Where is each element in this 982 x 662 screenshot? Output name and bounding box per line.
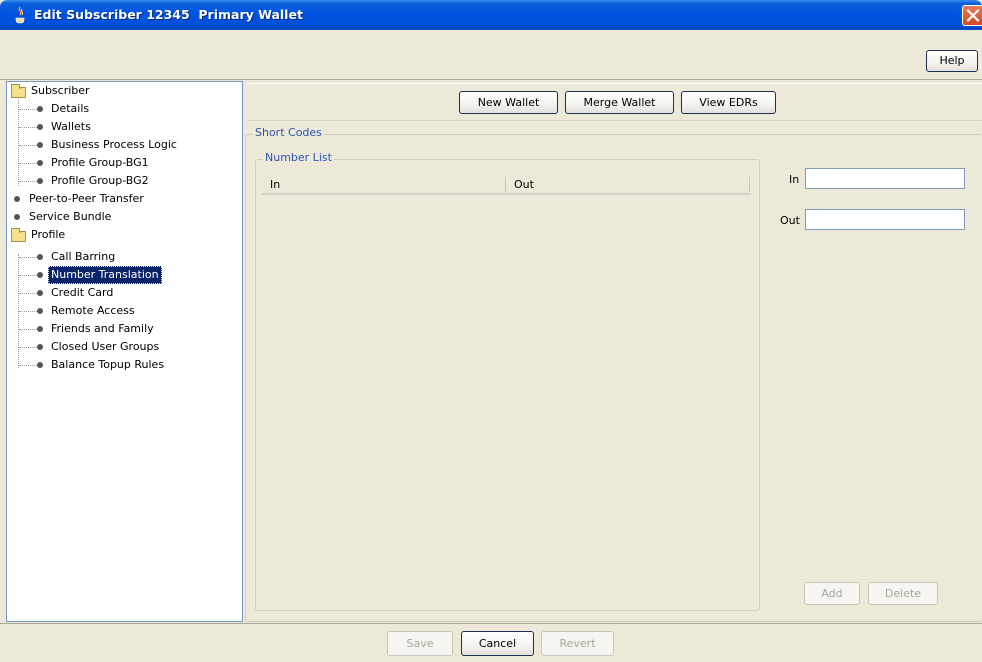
tree-node-label: Service Bundle — [29, 210, 112, 223]
table-header: In Out — [262, 175, 751, 195]
number-list-legend: Number List — [263, 151, 334, 164]
new-wallet-button[interactable]: New Wallet — [459, 91, 558, 114]
tree-node-credit-card[interactable]: Credit Card — [7, 284, 237, 302]
leaf-node-icon — [14, 214, 20, 220]
tree-node-label: Profile Group-BG2 — [51, 174, 149, 187]
tree-node-label: Details — [51, 102, 90, 115]
tree-node-label: Remote Access — [51, 304, 135, 317]
tree-node-label: Subscriber — [31, 84, 90, 97]
tree-node-label: Friends and Family — [51, 322, 154, 335]
column-header-in[interactable]: In — [270, 175, 280, 195]
number-list-table[interactable]: In Out — [262, 175, 751, 605]
leaf-node-icon — [37, 326, 43, 332]
folder-icon — [11, 228, 26, 242]
title-bar: Edit Subscriber 12345 Primary Wallet — [0, 0, 982, 30]
tree-node-label: Peer-to-Peer Transfer — [29, 192, 144, 205]
tree-node-closed-user-groups[interactable]: Closed User Groups — [7, 338, 237, 356]
footer-separator — [0, 623, 982, 624]
tree-node-wallets[interactable]: Wallets — [7, 118, 237, 136]
in-input[interactable] — [805, 168, 965, 189]
leaf-node-icon — [37, 290, 43, 296]
java-cup-icon — [15, 6, 25, 24]
out-input[interactable] — [805, 209, 965, 230]
leaf-node-icon — [37, 124, 43, 130]
tree-node-label: Closed User Groups — [51, 340, 160, 353]
tree-node-label: Wallets — [51, 120, 91, 133]
tree-node-profile-group-bg1[interactable]: Profile Group-BG1 — [7, 154, 237, 172]
leaf-node-icon — [37, 308, 43, 314]
tree-node-remote-access[interactable]: Remote Access — [7, 302, 237, 320]
tree-node-details[interactable]: Details — [7, 100, 237, 118]
leaf-node-icon — [37, 362, 43, 368]
tree-node-label: Profile Group-BG1 — [51, 156, 149, 169]
add-button[interactable]: Add — [804, 582, 860, 605]
short-codes-legend: Short Codes — [253, 126, 324, 139]
leaf-node-icon — [37, 142, 43, 148]
tree-node-peer-to-peer-transfer[interactable]: Peer-to-Peer Transfer — [7, 190, 237, 208]
revert-button[interactable]: Revert — [541, 631, 614, 656]
tree-node-label: Call Barring — [51, 250, 116, 263]
tree-node-service-bundle[interactable]: Service Bundle — [7, 208, 237, 226]
column-divider — [505, 177, 506, 192]
view-edrs-button[interactable]: View EDRs — [681, 91, 776, 114]
leaf-node-icon — [37, 254, 43, 260]
in-label: In — [789, 173, 800, 186]
tree-node-label: Business Process Logic — [51, 138, 177, 151]
save-button[interactable]: Save — [387, 631, 453, 656]
leaf-node-icon — [37, 272, 43, 278]
tree-node-label: Balance Topup Rules — [51, 358, 165, 371]
delete-button[interactable]: Delete — [868, 582, 938, 605]
leaf-node-icon — [37, 178, 43, 184]
window-title: Edit Subscriber 12345 Primary Wallet — [34, 7, 303, 22]
tree-node-call-barring[interactable]: Call Barring — [7, 248, 237, 266]
tree-node-business-process-logic[interactable]: Business Process Logic — [7, 136, 237, 154]
tree-node-label: Credit Card — [51, 286, 114, 299]
tree-node-friends-and-family[interactable]: Friends and Family — [7, 320, 237, 338]
close-button[interactable] — [962, 5, 982, 26]
cancel-button[interactable]: Cancel — [461, 631, 534, 656]
folder-icon — [11, 84, 26, 98]
help-button[interactable]: Help — [926, 50, 978, 72]
leaf-node-icon — [37, 344, 43, 350]
merge-wallet-button[interactable]: Merge Wallet — [565, 91, 674, 114]
close-icon — [966, 9, 980, 22]
column-header-out[interactable]: Out — [514, 175, 534, 195]
column-divider — [749, 177, 750, 192]
tree-node-label-selected: Number Translation — [48, 266, 162, 284]
tree-node-balance-topup-rules[interactable]: Balance Topup Rules — [7, 356, 237, 374]
leaf-node-icon — [37, 160, 43, 166]
tree-node-profile-group-bg2[interactable]: Profile Group-BG2 — [7, 172, 237, 190]
tree-node-number-translation[interactable]: Number Translation — [7, 266, 237, 284]
leaf-node-icon — [14, 196, 20, 202]
tree-node-label: Profile — [31, 228, 66, 241]
toolbar-separator — [0, 79, 982, 80]
panel-divider — [247, 120, 982, 121]
navigation-tree[interactable]: Subscriber Details Wallets Business Proc… — [6, 81, 243, 622]
leaf-node-icon — [37, 106, 43, 112]
out-label: Out — [780, 214, 800, 227]
